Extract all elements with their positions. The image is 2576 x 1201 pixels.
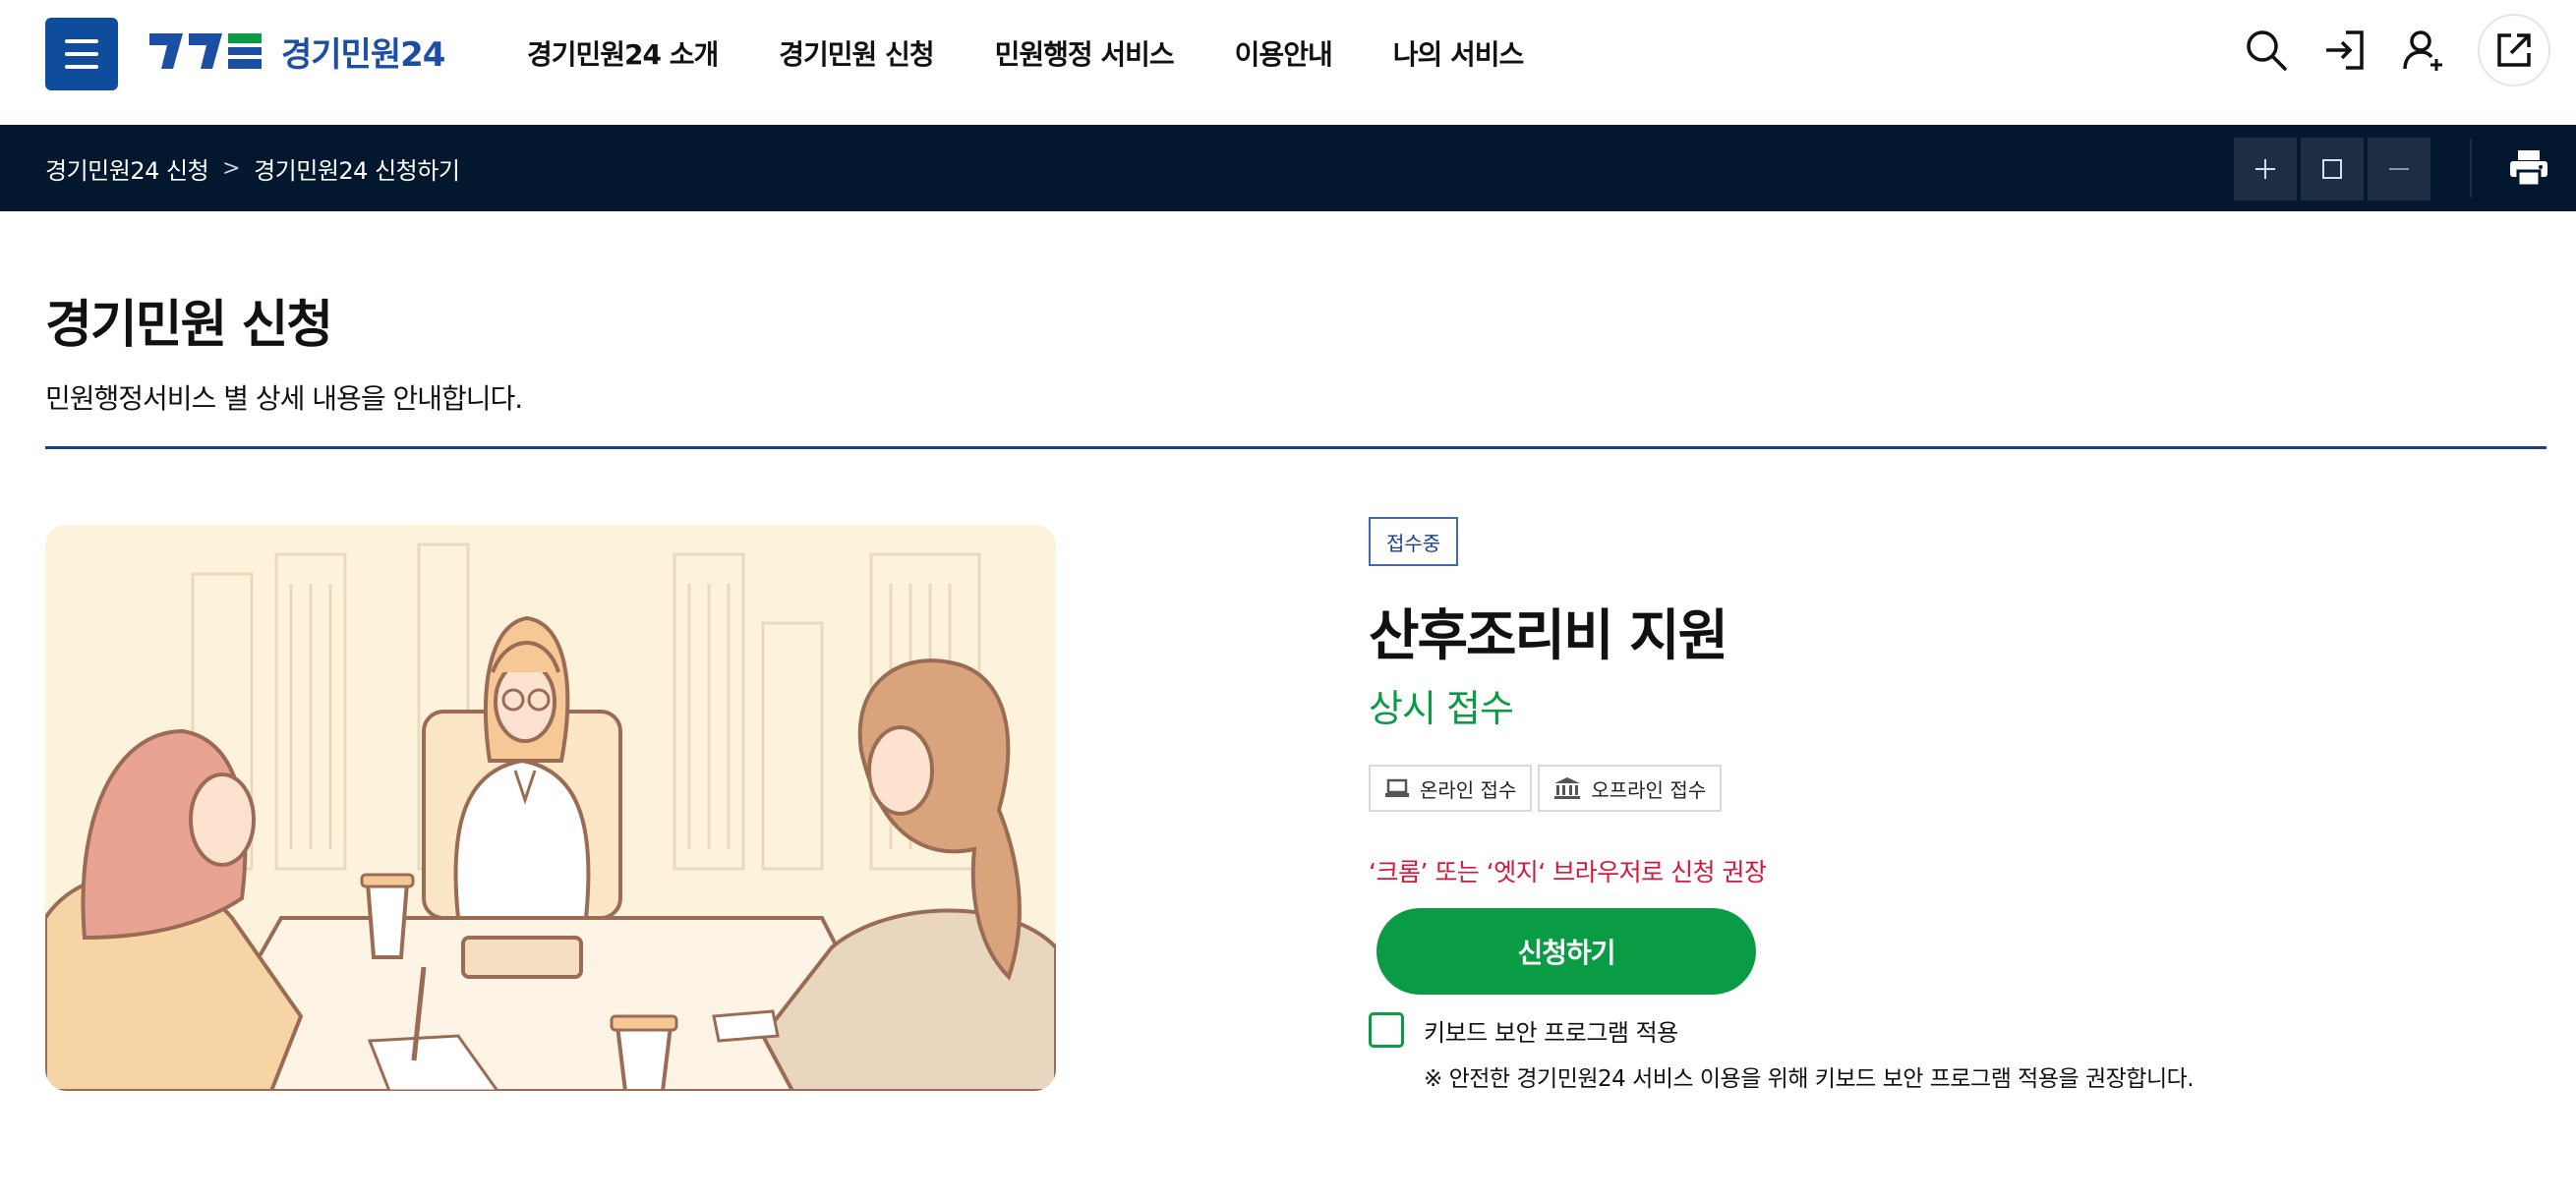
browser-recommendation-notice: ‘크롬’ 또는 ‘엣지‘ 브라우저로 신청 권장 bbox=[1369, 858, 1767, 886]
breadcrumb: 경기민원24 신청 > 경기민원24 신청하기 bbox=[45, 125, 460, 211]
service-title: 산후조리비 지원 bbox=[1369, 604, 1728, 668]
toolbar-divider bbox=[2470, 139, 2472, 198]
logo-text: 경기민원24 bbox=[281, 34, 445, 75]
breadcrumb-separator: > bbox=[222, 155, 241, 181]
apply-button[interactable]: 신청하기 bbox=[1376, 908, 1756, 995]
keyboard-security-checkbox[interactable] bbox=[1369, 1012, 1404, 1048]
reception-methods: 온라인 접수 오프라인 접수 bbox=[1369, 765, 1723, 812]
keyboard-security-label: 키보드 보안 프로그램 적용 bbox=[1424, 1018, 1678, 1047]
title-divider bbox=[45, 446, 2547, 449]
nav-item-apply[interactable]: 경기민원 신청 bbox=[779, 33, 934, 73]
online-reception-chip: 온라인 접수 bbox=[1369, 765, 1533, 812]
page-title: 경기민원 신청 bbox=[45, 296, 333, 355]
offline-reception-chip: 오프라인 접수 bbox=[1538, 765, 1723, 812]
service-illustration bbox=[45, 525, 1056, 1091]
search-icon[interactable] bbox=[2242, 26, 2291, 75]
login-icon[interactable] bbox=[2320, 26, 2370, 75]
user-add-icon[interactable] bbox=[2399, 26, 2448, 75]
keyboard-security-option: 키보드 보안 프로그램 적용 bbox=[1369, 1012, 1678, 1048]
chip-label: 온라인 접수 bbox=[1420, 777, 1517, 802]
zoom-in-button[interactable] bbox=[2234, 138, 2297, 200]
main-navigation: 경기민원24 소개 경기민원 신청 민원행정 서비스 이용안내 나의 서비스 bbox=[527, 33, 1525, 73]
status-badge: 접수중 bbox=[1369, 517, 1459, 566]
zoom-controls bbox=[2234, 138, 2430, 200]
zoom-out-button[interactable] bbox=[2368, 138, 2430, 200]
breadcrumb-item[interactable]: 경기민원24 신청 bbox=[45, 151, 209, 186]
page-description: 민원행정서비스 별 상세 내용을 안내합니다. bbox=[45, 382, 523, 415]
keyboard-security-note: ※ 안전한 경기민원24 서비스 이용을 위해 키보드 보안 프로그램 적용을 … bbox=[1424, 1066, 2195, 1092]
menu-button[interactable] bbox=[45, 18, 118, 90]
service-period: 상시 접수 bbox=[1369, 687, 1514, 730]
menu-icon-bar bbox=[65, 52, 98, 56]
menu-icon-bar bbox=[65, 65, 98, 69]
logo-mark-icon bbox=[149, 33, 262, 69]
breadcrumb-item-current[interactable]: 경기민원24 신청하기 bbox=[254, 151, 460, 186]
laptop-icon bbox=[1385, 778, 1409, 797]
printer-icon bbox=[2510, 150, 2547, 188]
nav-item-my-service[interactable]: 나의 서비스 bbox=[1393, 33, 1525, 73]
zoom-reset-button[interactable] bbox=[2301, 138, 2364, 200]
utility-menu bbox=[2242, 14, 2550, 86]
nav-item-admin-service[interactable]: 민원행정 서비스 bbox=[995, 33, 1175, 73]
chip-label: 오프라인 접수 bbox=[1591, 777, 1707, 802]
nav-item-guide[interactable]: 이용안내 bbox=[1235, 33, 1333, 73]
minus-icon bbox=[2389, 168, 2409, 170]
site-header: 경기민원24 경기민원24 소개 경기민원 신청 민원행정 서비스 이용안내 나… bbox=[0, 0, 2576, 125]
breadcrumb-bar: 경기민원24 신청 > 경기민원24 신청하기 bbox=[0, 125, 2576, 211]
nav-item-intro[interactable]: 경기민원24 소개 bbox=[527, 33, 719, 73]
print-button[interactable] bbox=[2503, 143, 2554, 194]
plus-icon bbox=[2255, 159, 2275, 179]
government-building-icon bbox=[1554, 777, 1581, 799]
office-meeting-illustration bbox=[45, 525, 1056, 1091]
square-icon bbox=[2322, 159, 2342, 179]
menu-icon-bar bbox=[65, 39, 98, 43]
site-logo[interactable]: 경기민원24 bbox=[147, 29, 445, 75]
external-link-icon[interactable] bbox=[2478, 14, 2550, 86]
